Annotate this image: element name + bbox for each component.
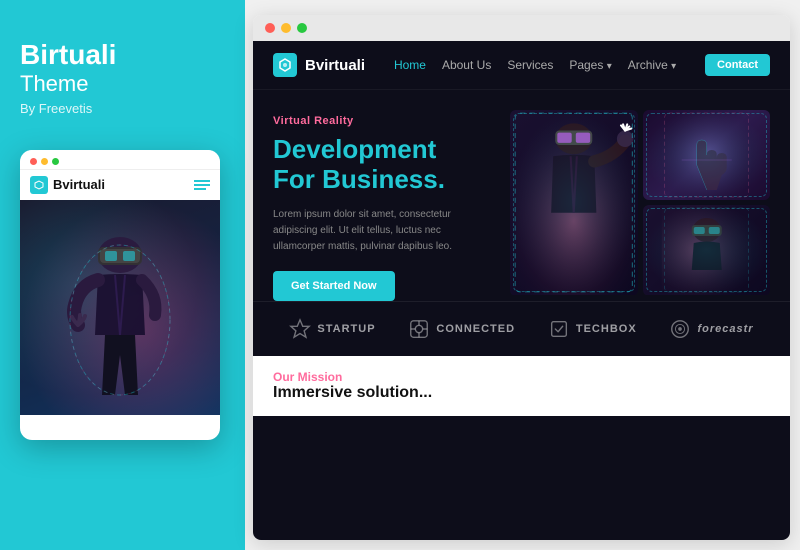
brand-connected: CONNECTED (408, 318, 515, 340)
brand-startup-label: STARTUP (317, 323, 375, 335)
brand-forecastr: forecastr (669, 318, 753, 340)
browser-dot-red (265, 23, 275, 33)
nav-link-about[interactable]: About Us (442, 58, 491, 72)
nav-link-pages[interactable]: Pages ▾ (569, 58, 611, 72)
hero-image-card-main (510, 110, 638, 296)
brand-connected-label: CONNECTED (436, 323, 515, 335)
nav-link-services[interactable]: Services (507, 58, 553, 72)
right-panel: Bvirtuali Home About Us Services Pages ▾… (245, 0, 800, 550)
theme-by: By Freevetis (20, 101, 225, 116)
mobile-logo-icon (30, 176, 48, 194)
brand-forecastr-label: forecastr (697, 323, 753, 335)
mobile-logo: Bvirtuali (30, 176, 105, 194)
website-nav-links: Home About Us Services Pages ▾ Archive ▾ (394, 58, 676, 72)
mobile-nav-bar: Bvirtuali (20, 170, 220, 200)
website-logo-icon (273, 53, 297, 77)
mobile-logo-text: Bvirtuali (53, 177, 105, 192)
hero-text: Virtual Reality Development For Business… (273, 110, 490, 301)
mobile-hero-image (20, 200, 220, 415)
mission-section: Our Mission Immersive solution... (253, 356, 790, 416)
hero-tag: Virtual Reality (273, 115, 490, 127)
brand-techbox: TECHBOX (548, 318, 637, 340)
hero-desc: Lorem ipsum dolor sit amet, consectetur … (273, 207, 490, 255)
brand-techbox-label: TECHBOX (576, 323, 637, 335)
website-hero: Virtual Reality Development For Business… (253, 90, 790, 301)
hero-image-card-bottom-right (643, 205, 771, 295)
brands-bar: STARTUP CONNECTED (253, 301, 790, 356)
brand-startup: STARTUP (289, 318, 375, 340)
theme-title: Birtuali (20, 40, 225, 71)
mobile-dot-red (30, 158, 37, 165)
mobile-dot-yellow (41, 158, 48, 165)
mobile-mockup: Bvirtuali (20, 150, 220, 440)
website-logo-text: Bvirtuali (305, 57, 365, 74)
mobile-top-bar (20, 150, 220, 170)
mobile-window-controls (30, 158, 59, 165)
nav-link-home[interactable]: Home (394, 58, 426, 72)
browser-topbar (253, 15, 790, 41)
mission-subtitle: Immersive solution... (273, 384, 770, 402)
nav-link-archive[interactable]: Archive ▾ (628, 58, 676, 72)
hero-cta-button[interactable]: Get Started Now (273, 271, 395, 301)
website-nav: Bvirtuali Home About Us Services Pages ▾… (253, 41, 790, 90)
website-content: Bvirtuali Home About Us Services Pages ▾… (253, 41, 790, 540)
hero-title: Development For Business. (273, 135, 490, 195)
theme-subtitle: Theme (20, 71, 225, 97)
browser-window: Bvirtuali Home About Us Services Pages ▾… (253, 15, 790, 540)
mobile-dot-green (52, 158, 59, 165)
hero-image-card-top-right (643, 110, 771, 200)
left-panel: Birtuali Theme By Freevetis Bvirtuali (0, 0, 245, 550)
website-logo: Bvirtuali (273, 53, 365, 77)
browser-dot-green (297, 23, 307, 33)
mission-title: Our Mission (273, 370, 770, 384)
browser-dot-yellow (281, 23, 291, 33)
mobile-hamburger-icon[interactable] (194, 180, 210, 190)
hero-images (510, 110, 770, 301)
nav-contact-button[interactable]: Contact (705, 54, 770, 76)
